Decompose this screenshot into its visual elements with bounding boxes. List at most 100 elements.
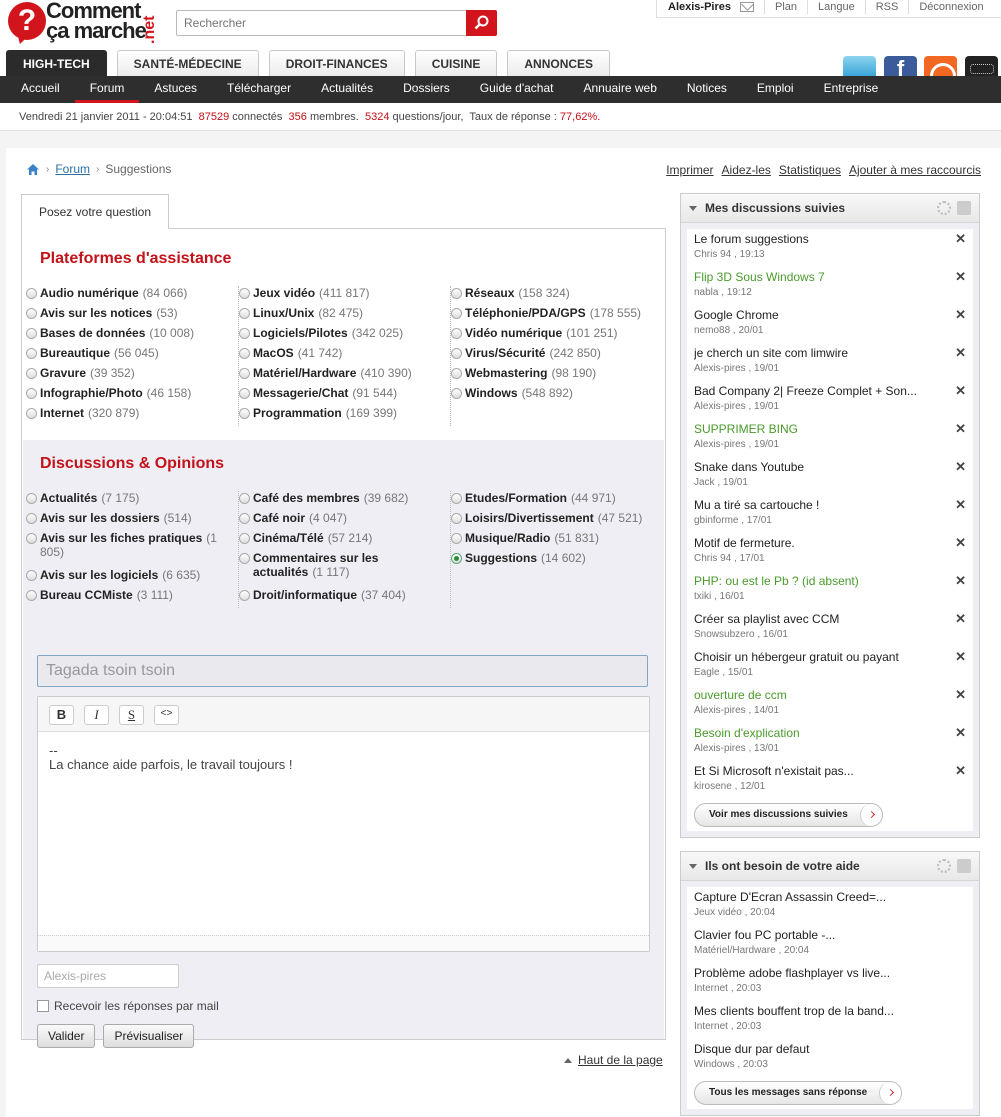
close-icon[interactable]: ✕ [955,726,966,740]
breadcrumb-forum[interactable]: Forum [55,162,90,176]
category-radio[interactable] [26,388,37,399]
category-radio[interactable] [239,408,250,419]
link-statistiques[interactable]: Statistiques [779,163,841,177]
discussion-title[interactable]: Besoin d'explication [694,726,924,740]
discussion-title[interactable]: Le forum suggestions [694,232,924,246]
category-radio[interactable] [239,288,250,299]
back-to-top[interactable]: Haut de la page [564,1053,663,1067]
category-radio[interactable] [26,570,37,581]
tab-high-tech[interactable]: HIGH-TECH [6,50,107,76]
category-radio[interactable] [239,590,250,601]
category-cafe-noir[interactable]: Café noir (4 047) [239,511,450,531]
search-input[interactable] [177,11,467,35]
category-radio[interactable] [451,553,462,564]
subnav-actualites[interactable]: Actualités [306,76,388,103]
discussion-title[interactable]: ouverture de ccm [694,688,924,702]
category-bureau-ccmiste[interactable]: Bureau CCMiste (3 111) [26,588,238,608]
category-webmastering[interactable]: Webmastering (98 190) [451,366,662,386]
subnav-entreprise[interactable]: Entreprise [809,76,894,103]
category-radio[interactable] [26,368,37,379]
close-icon[interactable]: ✕ [955,308,966,322]
discussion-title[interactable]: Flip 3D Sous Windows 7 [694,270,924,284]
category-radio[interactable] [451,533,462,544]
discussion-title[interactable]: Motif de fermeture. [694,536,924,550]
category-avis-sur-les-dossiers[interactable]: Avis sur les dossiers (514) [26,511,238,531]
link-rss[interactable]: RSS [864,0,909,14]
link-langue[interactable]: Langue [807,0,865,14]
link-deconnexion[interactable]: Déconnexion [908,0,993,14]
category-avis-sur-les-logiciels[interactable]: Avis sur les logiciels (6 635) [26,568,238,588]
close-icon[interactable]: ✕ [955,460,966,474]
italic-button[interactable]: I [84,705,109,725]
category-radio[interactable] [26,308,37,319]
tab-sante-medecine[interactable]: SANTÉ-MÉDECINE [116,50,259,76]
category-radio[interactable] [451,368,462,379]
discussion-title[interactable]: Choisir un hébergeur gratuit ou payant [694,650,924,664]
gear-icon[interactable] [937,859,951,873]
category-radio[interactable] [26,408,37,419]
category-radio[interactable] [239,388,250,399]
subnav-forum[interactable]: Forum [74,76,140,103]
category-programmation[interactable]: Programmation (169 399) [239,406,450,426]
gear-icon[interactable] [937,201,951,215]
category-radio[interactable] [451,308,462,319]
close-icon[interactable]: ✕ [955,346,966,360]
email-notify-checkbox[interactable] [37,1000,49,1012]
link-raccourcis[interactable]: Ajouter à mes raccourcis [849,163,981,177]
discussion-title[interactable]: Clavier fou PC portable -... [694,928,924,942]
discussion-title[interactable]: Snake dans Youtube [694,460,924,474]
category-jeux-video[interactable]: Jeux vidéo (411 817) [239,286,450,306]
category-cafe-des-membres[interactable]: Café des membres (39 682) [239,491,450,511]
category-audio-numerique[interactable]: Audio numérique (84 066) [26,286,238,306]
category-radio[interactable] [451,288,462,299]
category-internet[interactable]: Internet (320 879) [26,406,238,426]
see-more-button[interactable]: Tous les messages sans réponse [694,1081,903,1105]
category-radio[interactable] [239,553,250,564]
need-help-header[interactable]: Ils ont besoin de votre aide [681,852,979,881]
category-droit-informatique[interactable]: Droit/informatique (37 404) [239,588,450,608]
close-icon[interactable]: ✕ [955,650,966,664]
category-radio[interactable] [26,328,37,339]
category-radio[interactable] [451,493,462,504]
discussion-title[interactable]: Et Si Microsoft n'existait pas... [694,764,924,778]
close-icon[interactable]: ✕ [955,612,966,626]
category-etudes-formation[interactable]: Etudes/Formation (44 971) [451,491,662,511]
close-icon[interactable]: ✕ [955,384,966,398]
discussion-title[interactable]: Mu a tiré sa cartouche ! [694,498,924,512]
subnav-accueil[interactable]: Accueil [6,76,75,103]
message-textarea[interactable]: -- La chance aide parfois, le travail to… [38,732,649,784]
category-actualites[interactable]: Actualités (7 175) [26,491,238,511]
close-icon[interactable]: ✕ [955,764,966,778]
facebook-icon[interactable]: f [884,56,917,76]
category-reseaux[interactable]: Réseaux (158 324) [451,286,662,306]
discussion-title[interactable]: SUPPRIMER BING [694,422,924,436]
category-video-numerique[interactable]: Vidéo numérique (101 251) [451,326,662,346]
author-input[interactable]: Alexis-pires [37,964,179,988]
category-radio[interactable] [451,388,462,399]
tab-cuisine[interactable]: CUISINE [414,50,498,76]
category-radio[interactable] [26,288,37,299]
subnav-astuces[interactable]: Astuces [139,76,212,103]
category-radio[interactable] [239,513,250,524]
category-infographie-photo[interactable]: Infographie/Photo (46 158) [26,386,238,406]
rss-icon[interactable] [957,201,971,215]
subnav-annuaire-web[interactable]: Annuaire web [568,76,671,103]
category-suggestions[interactable]: Suggestions (14 602) [451,551,662,571]
category-radio[interactable] [451,513,462,524]
category-radio[interactable] [26,348,37,359]
category-windows[interactable]: Windows (548 892) [451,386,662,406]
close-icon[interactable]: ✕ [955,422,966,436]
see-more-button[interactable]: Voir mes discussions suivies [694,803,883,827]
category-radio[interactable] [239,328,250,339]
discussion-title[interactable]: Disque dur par defaut [694,1042,924,1056]
preview-button[interactable]: Prévisualiser [103,1024,195,1048]
category-radio[interactable] [26,533,37,544]
editor-resize-handle[interactable] [38,935,649,951]
category-radio[interactable] [239,308,250,319]
category-radio[interactable] [239,493,250,504]
subnav-guide-achat[interactable]: Guide d'achat [465,76,569,103]
discussion-title[interactable]: Mes clients bouffent trop de la band... [694,1004,924,1018]
category-bases-de-donnees[interactable]: Bases de données (10 008) [26,326,238,346]
discussion-title[interactable]: Problème adobe flashplayer vs live... [694,966,924,980]
category-radio[interactable] [26,590,37,601]
